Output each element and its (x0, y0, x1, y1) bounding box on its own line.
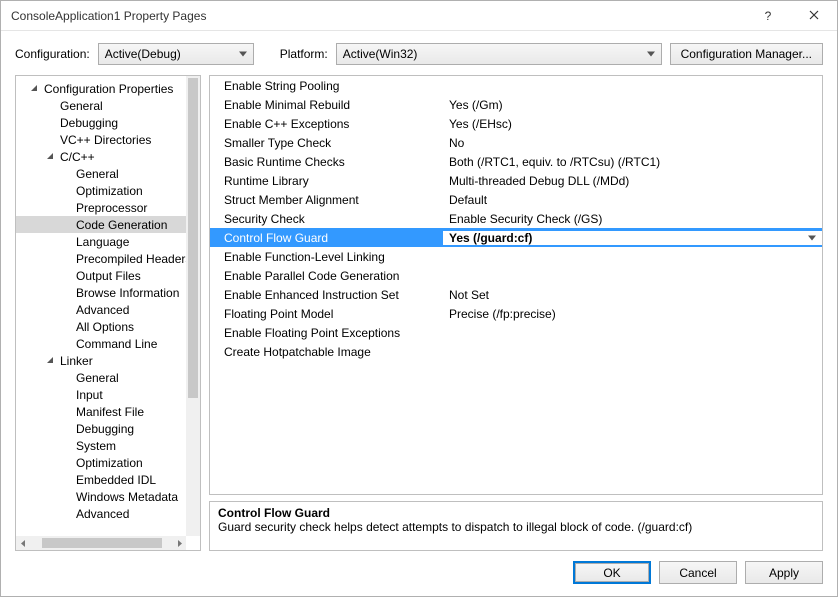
property-name: Enable Floating Point Exceptions (210, 326, 443, 340)
tree-item[interactable]: Command Line (16, 335, 186, 352)
property-name: Enable Function-Level Linking (210, 250, 443, 264)
tree-horizontal-scrollbar[interactable] (16, 536, 186, 550)
tree-item[interactable]: Windows Metadata (16, 488, 186, 505)
tree-node-configuration-properties[interactable]: Configuration Properties (16, 80, 186, 97)
apply-button[interactable]: Apply (745, 561, 823, 584)
dialog-buttons: OK Cancel Apply (1, 551, 837, 596)
property-value[interactable]: Both (/RTC1, equiv. to /RTCsu) (/RTC1) (443, 155, 822, 169)
property-row[interactable]: Enable Parallel Code Generation (210, 266, 822, 285)
collapse-icon[interactable] (30, 84, 40, 93)
tree-item[interactable]: General (16, 369, 186, 386)
scroll-left-icon[interactable] (16, 536, 30, 550)
tree-item[interactable]: VC++ Directories (16, 131, 186, 148)
property-value[interactable]: Yes (/guard:cf) (443, 231, 822, 245)
tree-item[interactable]: Preprocessor (16, 199, 186, 216)
property-value[interactable]: Multi-threaded Debug DLL (/MDd) (443, 174, 822, 188)
property-row[interactable]: Enable C++ ExceptionsYes (/EHsc) (210, 114, 822, 133)
description-text: Guard security check helps detect attemp… (218, 520, 814, 534)
tree-node-linker[interactable]: Linker (16, 352, 186, 369)
tree-vertical-scrollbar[interactable] (186, 76, 200, 536)
tree-item[interactable]: Debugging (16, 114, 186, 131)
property-row[interactable]: Control Flow GuardYes (/guard:cf) (210, 228, 822, 247)
tree-panel: Configuration Properties General Debuggi… (15, 75, 201, 551)
property-name: Runtime Library (210, 174, 443, 188)
property-name: Struct Member Alignment (210, 193, 443, 207)
property-value[interactable]: Yes (/Gm) (443, 98, 822, 112)
property-name: Smaller Type Check (210, 136, 443, 150)
property-row[interactable]: Runtime LibraryMulti-threaded Debug DLL … (210, 171, 822, 190)
property-row[interactable]: Struct Member AlignmentDefault (210, 190, 822, 209)
close-icon (809, 9, 819, 23)
scrollbar-thumb[interactable] (42, 538, 162, 548)
close-button[interactable] (791, 1, 837, 31)
tree-item[interactable]: Advanced (16, 505, 186, 522)
tree-item[interactable]: Embedded IDL (16, 471, 186, 488)
tree-item-code-generation[interactable]: Code Generation (16, 216, 186, 233)
property-value[interactable]: Default (443, 193, 822, 207)
property-value[interactable]: Yes (/EHsc) (443, 117, 822, 131)
window-title: ConsoleApplication1 Property Pages (11, 9, 745, 23)
property-row[interactable]: Enable String Pooling (210, 76, 822, 95)
property-row[interactable]: Enable Enhanced Instruction SetNot Set (210, 285, 822, 304)
collapse-icon[interactable] (46, 152, 56, 161)
tree-item[interactable]: Language (16, 233, 186, 250)
scrollbar-thumb[interactable] (188, 78, 198, 398)
scroll-right-icon[interactable] (172, 536, 186, 550)
tree-item[interactable]: Browse Information (16, 284, 186, 301)
tree-item[interactable]: Optimization (16, 454, 186, 471)
configuration-label: Configuration: (15, 47, 90, 61)
property-name: Floating Point Model (210, 307, 443, 321)
cancel-button[interactable]: Cancel (659, 561, 737, 584)
tree-item[interactable]: All Options (16, 318, 186, 335)
tree[interactable]: Configuration Properties General Debuggi… (16, 76, 186, 536)
platform-combo[interactable]: Active(Win32) (336, 43, 662, 65)
property-row[interactable]: Create Hotpatchable Image (210, 342, 822, 361)
configuration-bar: Configuration: Active(Debug) Platform: A… (1, 31, 837, 75)
tree-item[interactable]: Advanced (16, 301, 186, 318)
tree-item[interactable]: Debugging (16, 420, 186, 437)
tree-item[interactable]: Input (16, 386, 186, 403)
tree-item[interactable]: Optimization (16, 182, 186, 199)
property-name: Basic Runtime Checks (210, 155, 443, 169)
property-row[interactable]: Enable Floating Point Exceptions (210, 323, 822, 342)
property-name: Security Check (210, 212, 443, 226)
property-name: Enable Minimal Rebuild (210, 98, 443, 112)
tree-item[interactable]: System (16, 437, 186, 454)
property-name: Enable String Pooling (210, 79, 443, 93)
tree-item[interactable]: General (16, 97, 186, 114)
property-value[interactable]: Precise (/fp:precise) (443, 307, 822, 321)
property-value[interactable]: Enable Security Check (/GS) (443, 212, 822, 226)
property-value[interactable]: No (443, 136, 822, 150)
tree-node-ccpp[interactable]: C/C++ (16, 148, 186, 165)
property-name: Enable C++ Exceptions (210, 117, 443, 131)
property-grid[interactable]: Enable String Pooling Enable Minimal Rebu… (209, 75, 823, 495)
help-icon: ? (765, 9, 772, 23)
property-pages-dialog: ConsoleApplication1 Property Pages ? Con… (0, 0, 838, 597)
property-row[interactable]: Smaller Type CheckNo (210, 133, 822, 152)
property-row[interactable]: Basic Runtime ChecksBoth (/RTC1, equiv. … (210, 152, 822, 171)
tree-item[interactable]: Output Files (16, 267, 186, 284)
property-value[interactable]: Not Set (443, 288, 822, 302)
tree-item[interactable]: Precompiled Headers (16, 250, 186, 267)
configuration-combo[interactable]: Active(Debug) (98, 43, 254, 65)
help-button[interactable]: ? (745, 1, 791, 31)
titlebar: ConsoleApplication1 Property Pages ? (1, 1, 837, 31)
description-title: Control Flow Guard (218, 506, 814, 520)
tree-item[interactable]: General (16, 165, 186, 182)
property-row[interactable]: Floating Point ModelPrecise (/fp:precise… (210, 304, 822, 323)
tree-item[interactable]: Manifest File (16, 403, 186, 420)
property-name: Enable Parallel Code Generation (210, 269, 443, 283)
property-name: Control Flow Guard (210, 231, 443, 245)
collapse-icon[interactable] (46, 356, 56, 365)
property-row[interactable]: Enable Minimal RebuildYes (/Gm) (210, 95, 822, 114)
configuration-manager-button[interactable]: Configuration Manager... (670, 43, 823, 65)
ok-button[interactable]: OK (573, 561, 651, 584)
platform-label: Platform: (280, 47, 328, 61)
property-row[interactable]: Security CheckEnable Security Check (/GS… (210, 209, 822, 228)
property-name: Create Hotpatchable Image (210, 345, 443, 359)
property-name: Enable Enhanced Instruction Set (210, 288, 443, 302)
property-row[interactable]: Enable Function-Level Linking (210, 247, 822, 266)
description-panel: Control Flow Guard Guard security check … (209, 501, 823, 551)
